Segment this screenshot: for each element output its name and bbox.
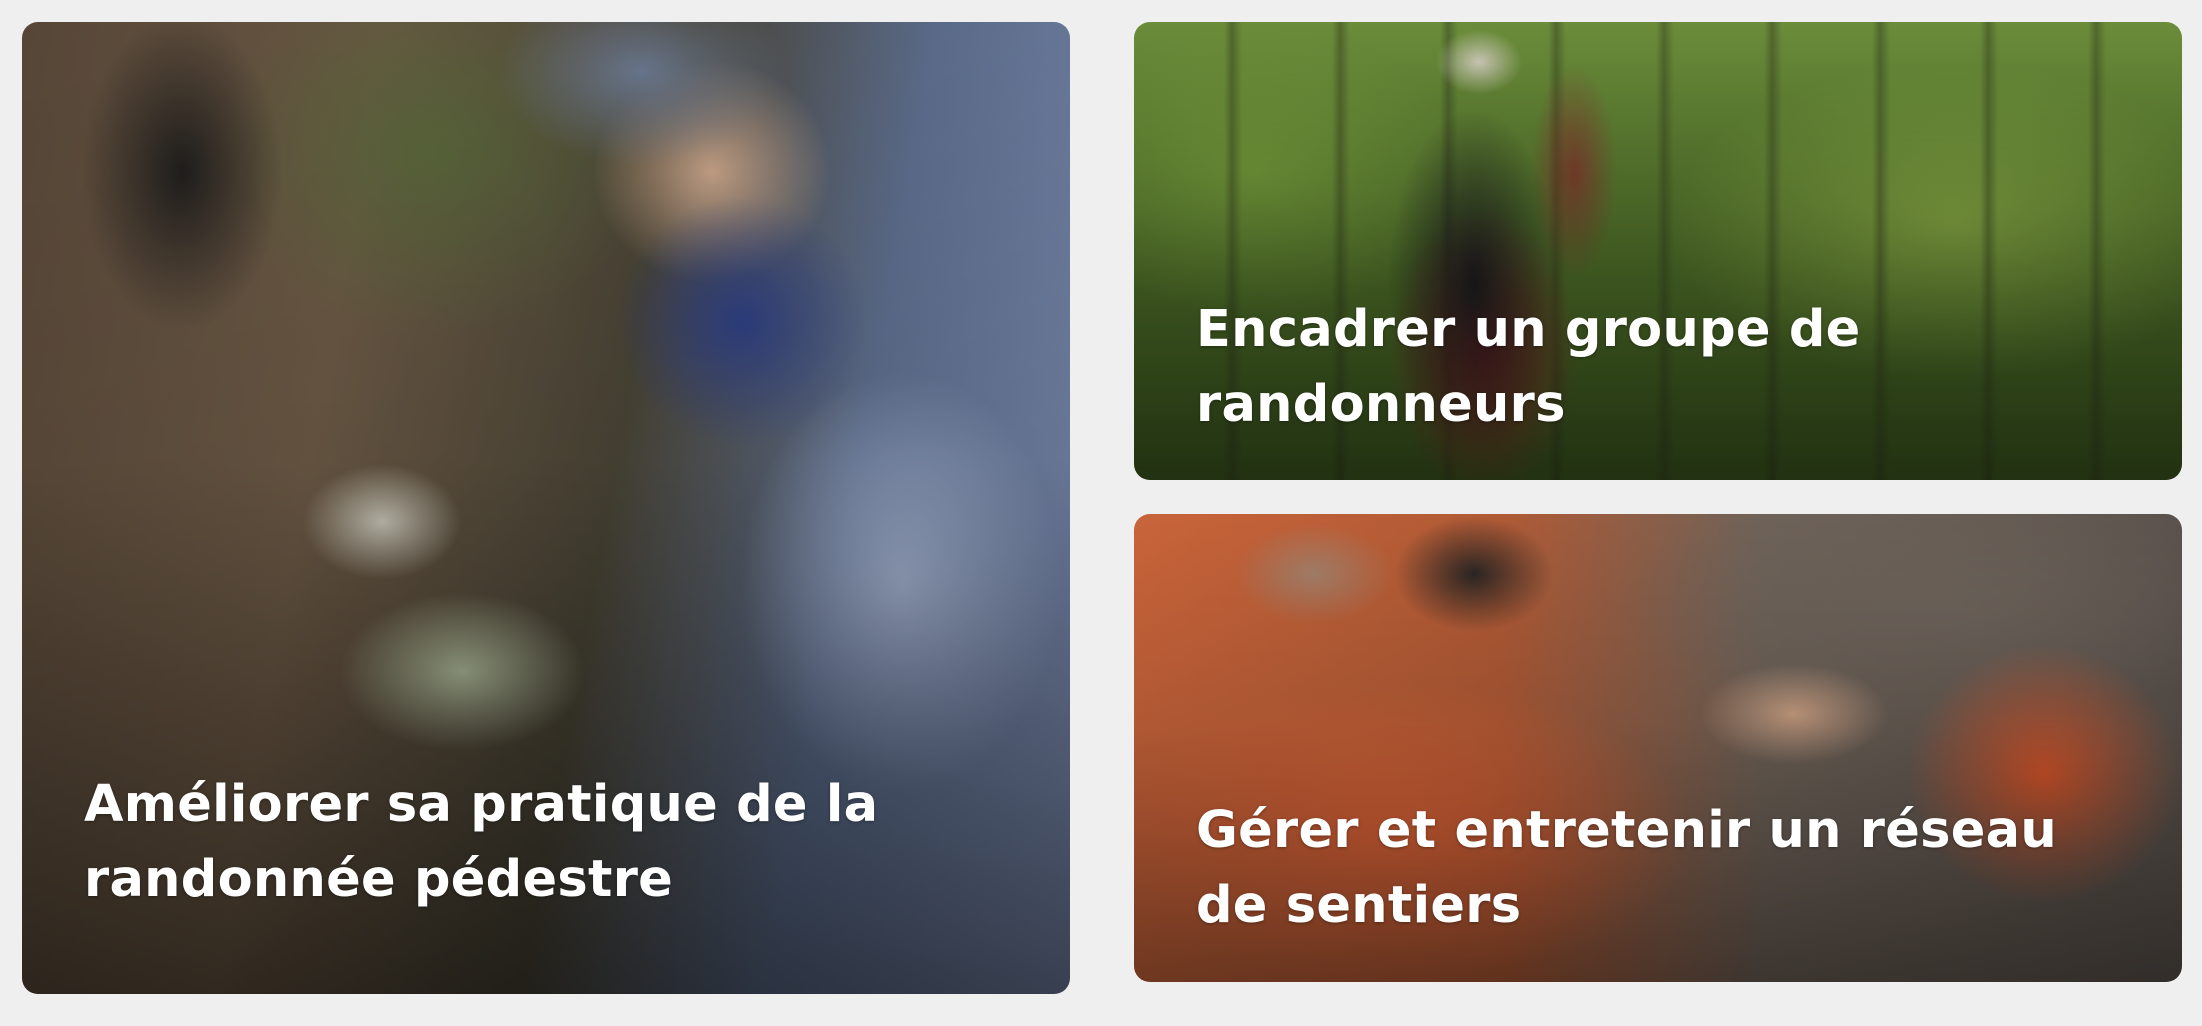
- card-ameliorer-pratique[interactable]: Améliorer sa pratique de la randonnée pé…: [22, 22, 1070, 994]
- card-title: Améliorer sa pratique de la randonnée pé…: [84, 775, 879, 909]
- card-encadrer-groupe[interactable]: Encadrer un groupe de randonneurs: [1134, 22, 2182, 480]
- card-title: Gérer et entretenir un réseau de sentier…: [1196, 801, 2057, 935]
- card-title: Encadrer un groupe de randonneurs: [1196, 300, 1861, 434]
- card-gerer-reseau-sentiers[interactable]: Gérer et entretenir un réseau de sentier…: [1134, 514, 2182, 982]
